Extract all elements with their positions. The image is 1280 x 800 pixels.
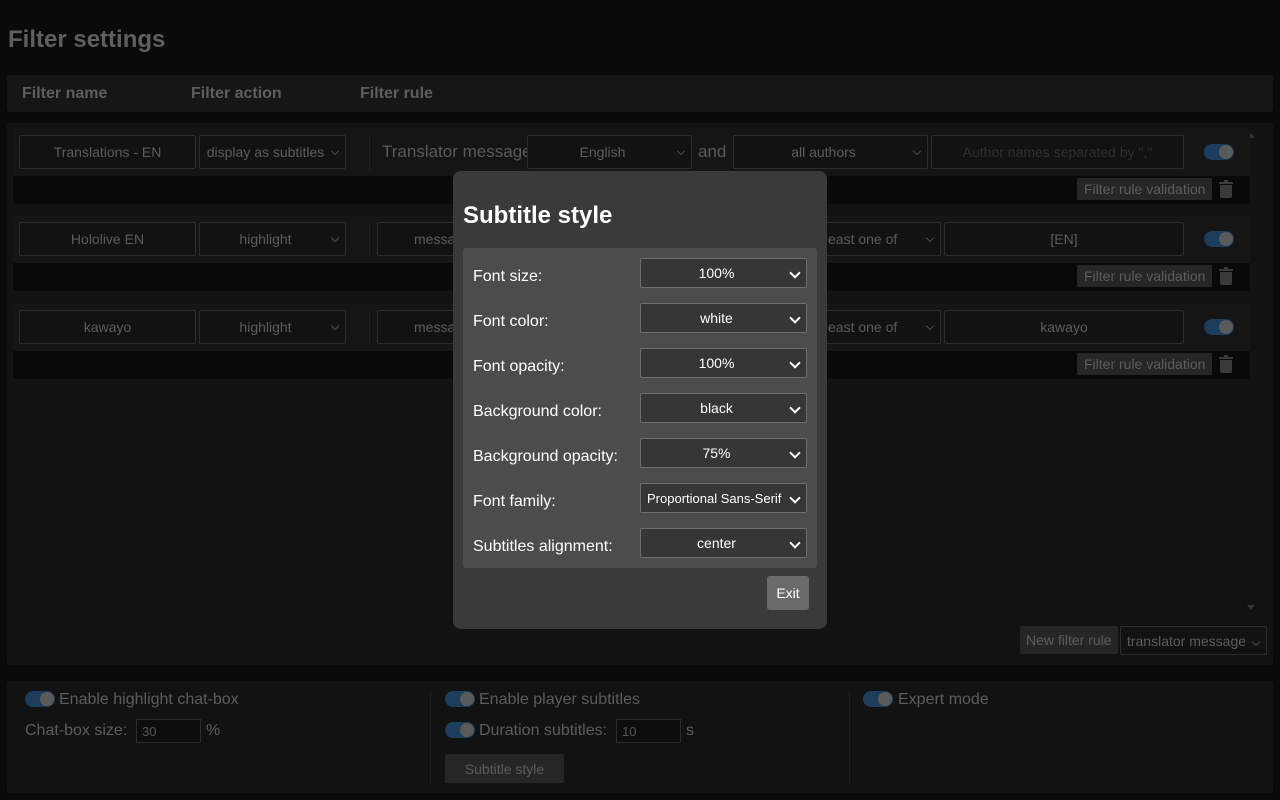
duration-input[interactable]: 10 bbox=[616, 719, 681, 743]
rule-name-input[interactable]: Hololive EN bbox=[19, 222, 196, 256]
author-names-input[interactable]: Author names separated by "," bbox=[931, 135, 1184, 169]
new-filter-rule-button[interactable]: New filter rule bbox=[1020, 626, 1118, 654]
rule-action-select[interactable]: highlight bbox=[199, 310, 346, 344]
rule-authors-select[interactable]: all authors bbox=[733, 135, 928, 169]
font-color-label: Font color: bbox=[473, 313, 549, 330]
font-family-row: Font family: Proportional Sans-Serif bbox=[463, 483, 817, 528]
filter-rule-validation-button[interactable]: Filter rule validation bbox=[1077, 265, 1213, 287]
rule-action-select[interactable]: highlight bbox=[199, 222, 346, 256]
background-color-select[interactable]: black bbox=[640, 393, 807, 423]
chatbox-size-unit: % bbox=[206, 722, 221, 739]
trash-icon[interactable] bbox=[1219, 267, 1233, 285]
player-subtitles-label: Enable player subtitles bbox=[479, 691, 640, 708]
rule-condition-select[interactable]: east one of bbox=[813, 310, 941, 344]
exit-button[interactable]: Exit bbox=[767, 576, 809, 610]
player-subtitles-toggle[interactable] bbox=[445, 691, 475, 707]
rule-joiner-label: and bbox=[698, 142, 727, 161]
subtitles-alignment-label: Subtitles alignment: bbox=[473, 538, 613, 555]
page-title: Filter settings bbox=[8, 26, 166, 53]
background-opacity-label: Background opacity: bbox=[473, 448, 618, 465]
background-color-label: Background color: bbox=[473, 403, 602, 420]
duration-subtitles-label: Duration subtitles: bbox=[479, 722, 608, 739]
header-filter-action: Filter action bbox=[191, 85, 282, 102]
font-color-select[interactable]: white bbox=[640, 303, 807, 333]
expert-mode-toggle[interactable] bbox=[863, 691, 893, 707]
header-filter-rule: Filter rule bbox=[360, 85, 433, 102]
options-panel: Enable highlight chat-box Chat-box size:… bbox=[7, 681, 1273, 793]
background-opacity-select[interactable]: 75% bbox=[640, 438, 807, 468]
background-opacity-row: Background opacity: 75% bbox=[463, 438, 817, 483]
filter-rule-validation-button[interactable]: Filter rule validation bbox=[1077, 353, 1213, 375]
modal-title: Subtitle style bbox=[463, 202, 613, 229]
modal-body: Font size: 100% Font color: white Font o… bbox=[463, 248, 817, 568]
subtitle-style-button[interactable]: Subtitle style bbox=[445, 754, 564, 783]
trash-icon[interactable] bbox=[1219, 180, 1233, 198]
subtitles-alignment-row: Subtitles alignment: center bbox=[463, 528, 817, 573]
font-family-label: Font family: bbox=[473, 493, 556, 510]
highlight-chatbox-label: Enable highlight chat-box bbox=[59, 691, 239, 708]
rule-value-input[interactable]: kawayo bbox=[944, 310, 1184, 344]
duration-subtitles-toggle[interactable] bbox=[445, 722, 475, 738]
rule-action-select[interactable]: display as subtitles bbox=[199, 135, 346, 169]
filter-rule-validation-button[interactable]: Filter rule validation bbox=[1077, 178, 1213, 200]
highlight-chatbox-toggle[interactable] bbox=[25, 691, 55, 707]
expert-mode-label: Expert mode bbox=[898, 691, 989, 708]
subtitles-alignment-select[interactable]: center bbox=[640, 528, 807, 558]
rule-enabled-toggle[interactable] bbox=[1204, 144, 1234, 160]
filter-header: Filter name Filter action Filter rule bbox=[7, 75, 1273, 112]
rule-name-input[interactable]: kawayo bbox=[19, 310, 196, 344]
font-opacity-label: Font opacity: bbox=[473, 358, 565, 375]
font-size-row: Font size: 100% bbox=[463, 258, 817, 303]
chatbox-size-label: Chat-box size: bbox=[25, 722, 128, 739]
rule-language-select[interactable]: English bbox=[527, 135, 692, 169]
font-color-row: Font color: white bbox=[463, 303, 817, 348]
font-size-select[interactable]: 100% bbox=[640, 258, 807, 288]
header-filter-name: Filter name bbox=[22, 85, 108, 102]
scroll-down-arrow[interactable] bbox=[1247, 605, 1255, 610]
rule-name-input[interactable]: Translations - EN bbox=[19, 135, 196, 169]
font-opacity-select[interactable]: 100% bbox=[640, 348, 807, 378]
rule-enabled-toggle[interactable] bbox=[1204, 319, 1234, 335]
font-opacity-row: Font opacity: 100% bbox=[463, 348, 817, 393]
trash-icon[interactable] bbox=[1219, 355, 1233, 373]
chatbox-size-input[interactable]: 30 bbox=[136, 719, 201, 743]
subtitle-style-modal: Subtitle style Font size: 100% Font colo… bbox=[453, 171, 827, 629]
rule-condition-select[interactable]: east one of bbox=[813, 222, 941, 256]
duration-unit: s bbox=[686, 722, 694, 739]
background-color-row: Background color: black bbox=[463, 393, 817, 438]
rule-type-label: Translator message bbox=[382, 142, 532, 161]
rule-enabled-toggle[interactable] bbox=[1204, 231, 1234, 247]
rule-value-input[interactable]: [EN] bbox=[944, 222, 1184, 256]
font-size-label: Font size: bbox=[473, 268, 543, 285]
font-family-select[interactable]: Proportional Sans-Serif bbox=[640, 483, 807, 513]
new-rule-type-select[interactable]: translator message bbox=[1120, 626, 1267, 655]
